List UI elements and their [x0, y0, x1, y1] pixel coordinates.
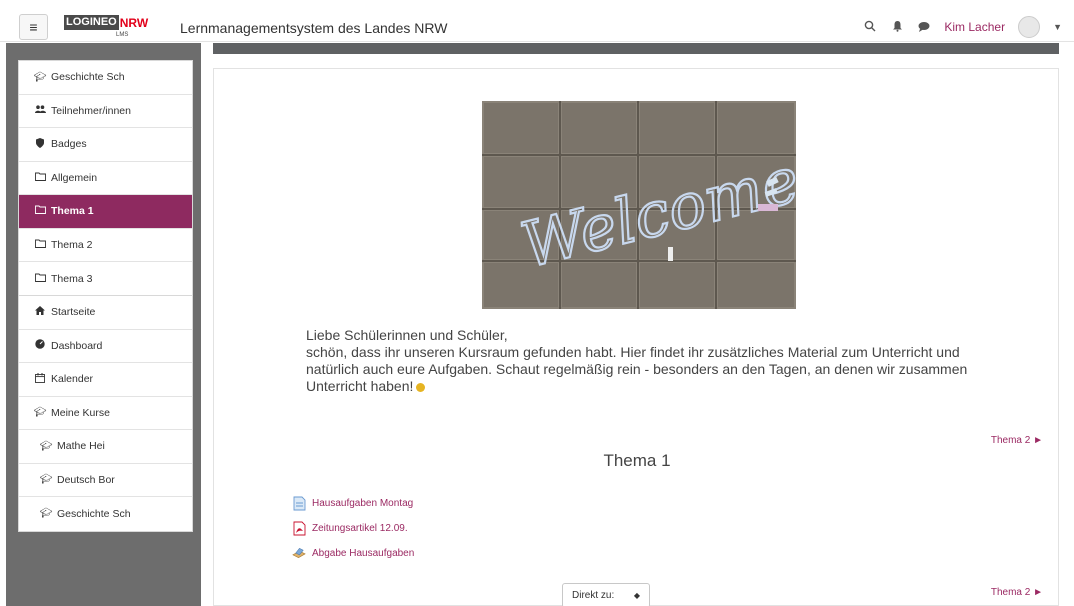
caret-down-icon[interactable]: ▼: [1053, 22, 1062, 32]
sidebar-item-label: Allgemein: [51, 171, 98, 184]
smiley-icon: [416, 382, 426, 392]
assignment-icon: [292, 545, 306, 561]
sidebar-item-badges[interactable]: Badges: [19, 128, 192, 162]
top-navbar: ≡ LOGINEO NRW LMS Lernmanagementsystem d…: [0, 0, 1074, 42]
sidebar-item-label: Deutsch Bor: [57, 473, 115, 486]
chat-icon[interactable]: [917, 20, 931, 35]
jump-select-label: Direkt zu:: [572, 590, 615, 601]
sidebar-item-label: Mathe Hei: [57, 440, 105, 453]
graduation-cap-icon: 🎓︎: [39, 474, 53, 486]
user-name[interactable]: Kim Lacher: [944, 20, 1005, 34]
select-arrows-icon: ◆: [633, 591, 640, 600]
folder-icon: [33, 239, 47, 251]
activity-label: Zeitungsartikel 12.09.: [312, 522, 408, 534]
jump-to-select[interactable]: Direkt zu: ◆: [562, 583, 650, 606]
sidebar-item-label: Startseite: [51, 306, 96, 319]
logo-nrw-text: NRW: [119, 15, 149, 30]
graduation-cap-icon: 🎓︎: [39, 440, 53, 452]
next-section-link-bottom[interactable]: Thema 2 ►: [991, 587, 1043, 598]
graduation-cap-icon: 🎓︎: [33, 71, 47, 83]
sidebar-item-mathe[interactable]: 🎓︎ Mathe Hei: [19, 430, 192, 464]
users-icon: [33, 105, 47, 117]
folder-icon: [33, 273, 47, 285]
section-title: Thema 1: [603, 451, 671, 470]
page-icon: [292, 495, 306, 511]
welcome-image: Welcome: [482, 101, 796, 309]
sidebar-item-geschichte[interactable]: 🎓︎ Geschichte Sch: [19, 497, 192, 531]
search-icon[interactable]: [863, 20, 877, 35]
graduation-cap-icon: 🎓︎: [33, 407, 47, 419]
folder-icon: [33, 172, 47, 184]
dashboard-icon: [33, 339, 47, 352]
hamburger-menu-button[interactable]: ≡: [19, 14, 48, 40]
sidebar-item-label: Thema 3: [51, 272, 93, 285]
sidebar-item-course[interactable]: 🎓︎ Geschichte Sch: [19, 61, 192, 95]
sidebar-item-label: Geschichte Sch: [57, 507, 131, 520]
sidebar-item-thema-3[interactable]: Thema 3: [19, 262, 192, 296]
navbar-user-area: Kim Lacher ▼: [863, 14, 1062, 40]
next-section-link-top[interactable]: Thema 2 ►: [991, 435, 1043, 446]
sidebar-item-label: Geschichte Sch: [51, 71, 125, 84]
intro-greeting: Liebe Schülerinnen und Schüler,: [306, 327, 508, 343]
sidebar-item-meine-kurse[interactable]: 🎓︎ Meine Kurse: [19, 397, 192, 430]
logo-lms-text: LMS: [116, 32, 129, 38]
sidebar-item-label: Dashboard: [51, 339, 103, 352]
activity-label: Hausaufgaben Montag: [312, 497, 414, 509]
intro-body: schön, dass ihr unseren Kursraum gefunde…: [306, 344, 968, 394]
sidebar-item-thema-1[interactable]: Thema 1: [19, 195, 192, 229]
hamburger-icon: ≡: [29, 19, 38, 35]
nav-drawer: 🎓︎ Geschichte Sch Teilnehmer/innen Badge…: [6, 43, 201, 606]
sidebar-item-label: Thema 1: [51, 205, 94, 218]
avatar-icon[interactable]: [1018, 16, 1041, 38]
sidebar-item-allgemein[interactable]: Allgemein: [19, 162, 192, 195]
home-icon: [33, 306, 47, 318]
sidebar-item-label: Badges: [51, 138, 87, 151]
sidebar-item-label: Meine Kurse: [51, 406, 110, 419]
graduation-cap-icon: 🎓︎: [39, 508, 53, 520]
site-nav: Startseite Dashboard Kalender 🎓︎ Meine K…: [18, 295, 193, 532]
sidebar-item-thema-2[interactable]: Thema 2: [19, 229, 192, 262]
activity-zeitungsartikel[interactable]: Zeitungsartikel 12.09.: [292, 520, 408, 536]
intro-text: Liebe Schülerinnen und Schüler, schön, d…: [306, 327, 996, 395]
folder-icon: [33, 205, 47, 217]
sidebar-item-label: Thema 2: [51, 238, 93, 251]
sidebar-item-startseite[interactable]: Startseite: [19, 296, 192, 330]
logo-logineo-text: LOGINEO: [64, 15, 119, 30]
bell-icon[interactable]: [890, 20, 904, 35]
site-title[interactable]: Lernmanagementsystem des Landes NRW: [180, 20, 447, 36]
activity-abgabe[interactable]: Abgabe Hausaufgaben: [292, 545, 414, 561]
logineo-logo[interactable]: LOGINEO NRW LMS: [64, 14, 149, 40]
sidebar-item-label: Teilnehmer/innen: [51, 104, 131, 117]
sidebar-item-kalender[interactable]: Kalender: [19, 363, 192, 397]
sidebar-item-deutsch[interactable]: 🎓︎ Deutsch Bor: [19, 464, 192, 497]
course-content-card: Welcome Liebe Schülerinnen und Schüler, …: [213, 68, 1059, 606]
sidebar-item-label: Kalender: [51, 373, 94, 386]
sidebar-item-participants[interactable]: Teilnehmer/innen: [19, 95, 192, 128]
activity-hausaufgaben-montag[interactable]: Hausaufgaben Montag: [292, 495, 413, 511]
calendar-icon: [33, 372, 47, 386]
pdf-icon: [292, 520, 306, 536]
activity-label: Abgabe Hausaufgaben: [312, 547, 415, 559]
course-header-strip: [213, 43, 1059, 54]
course-nav: 🎓︎ Geschichte Sch Teilnehmer/innen Badge…: [18, 60, 193, 297]
shield-icon: [33, 137, 47, 151]
sidebar-item-dashboard[interactable]: Dashboard: [19, 330, 192, 363]
